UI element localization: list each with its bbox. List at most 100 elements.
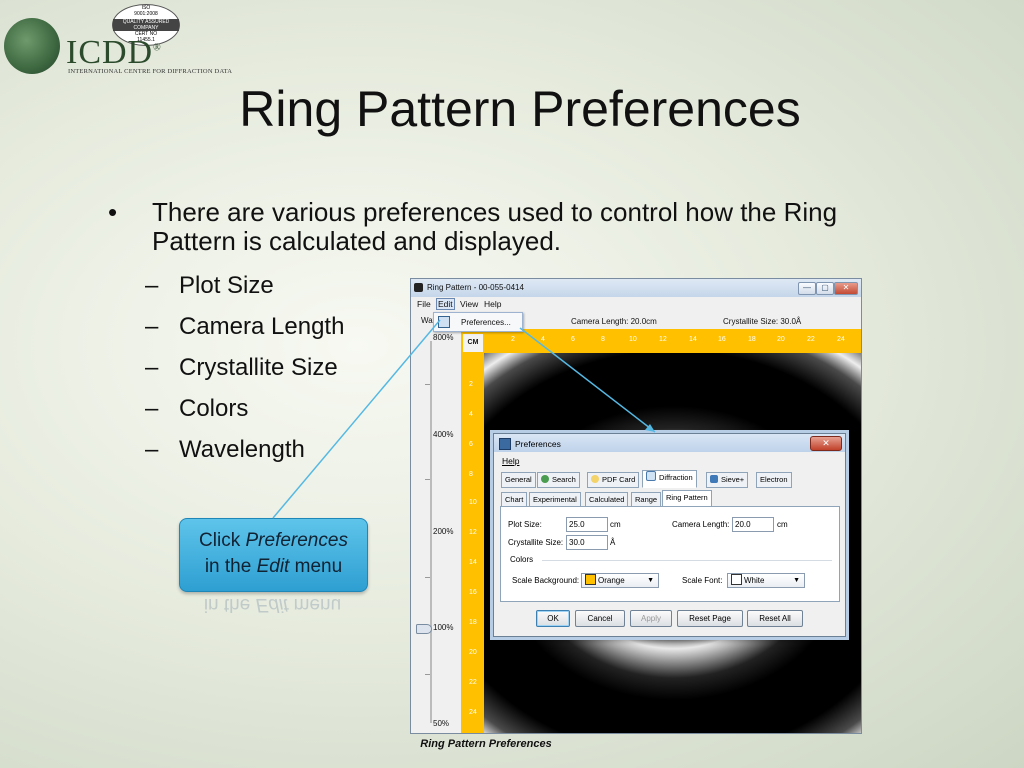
top-scale-tick: 2 <box>511 336 515 343</box>
sub-item-label: Crystallite Size <box>179 354 338 381</box>
plot-size-input[interactable]: 25.0 <box>566 517 608 532</box>
search-globe-icon <box>541 475 549 483</box>
left-scale-tick: 14 <box>469 559 477 566</box>
top-scale-tick: 16 <box>718 336 726 343</box>
tab-label: General <box>505 475 532 484</box>
zoom-level-label: 100% <box>433 623 454 632</box>
preferences-app-icon <box>499 438 511 450</box>
reset-all-button[interactable]: Reset All <box>747 610 803 627</box>
plot-size-label: Plot Size: <box>508 520 542 529</box>
sub-item-label: Wavelength <box>179 436 305 463</box>
sub-item-wavelength: – Wavelength <box>145 436 305 464</box>
colors-group-label: Colors <box>510 555 534 564</box>
camera-length-unit: cm <box>777 520 788 529</box>
menu-help[interactable]: Help <box>484 299 501 309</box>
zoom-slider-track[interactable] <box>430 341 432 723</box>
zoom-level-label: 200% <box>433 527 454 536</box>
tab-electron[interactable]: Electron <box>756 472 792 488</box>
tab-label: Search <box>552 475 576 484</box>
close-button[interactable]: ✕ <box>834 282 858 295</box>
crystallite-size-unit: Å <box>610 538 616 547</box>
ok-button[interactable]: OK <box>536 610 570 627</box>
dialog-close-button[interactable]: ✕ <box>810 436 842 451</box>
window-titlebar[interactable]: Ring Pattern - 00-055-0414 — ▢ ✕ <box>411 279 861 297</box>
top-scale-tick: 24 <box>837 336 845 343</box>
white-swatch <box>731 574 742 585</box>
chevron-down-icon: ▼ <box>793 577 800 584</box>
pdf-card-icon <box>591 475 599 483</box>
menu-bar: File Edit View Help <box>411 297 861 311</box>
scale-font-value: White <box>744 576 765 585</box>
zoom-tick <box>425 577 430 578</box>
dash: – <box>145 272 159 299</box>
slide-title: Ring Pattern Preferences <box>239 81 801 137</box>
menu-view[interactable]: View <box>460 299 478 309</box>
callout-line1: Click Preferences <box>180 519 367 554</box>
subtab-label: Chart <box>505 495 524 504</box>
scale-background-select[interactable]: Orange ▼ <box>581 573 659 588</box>
callout-em: Preferences <box>245 530 348 551</box>
top-scale-tick: 18 <box>748 336 756 343</box>
sieve-icon <box>710 475 718 483</box>
apply-button[interactable]: Apply <box>630 610 672 627</box>
tab-general[interactable]: General <box>501 472 536 488</box>
left-scale-tick: 18 <box>469 619 477 626</box>
scale-background-value: Orange <box>598 576 625 585</box>
edit-menu-dropdown: Preferences... <box>433 312 523 332</box>
subtab-label: Range <box>635 495 658 504</box>
top-scale-tick: 22 <box>807 336 815 343</box>
zoom-tick <box>425 479 430 480</box>
preferences-menu-item[interactable]: Preferences... <box>461 318 511 327</box>
iso-line2: 9001:2008 <box>134 11 158 17</box>
sub-item-colors: – Colors <box>145 395 248 423</box>
callout-text: menu <box>289 556 343 577</box>
top-scale-tick: 4 <box>541 336 545 343</box>
dialog-titlebar[interactable]: Preferences ✕ <box>494 434 845 452</box>
scale-font-select[interactable]: White ▼ <box>727 573 805 588</box>
left-scale-tick: 8 <box>469 471 473 478</box>
top-scale-tick: 14 <box>689 336 697 343</box>
callout-em: Edit <box>256 556 290 577</box>
tab-search[interactable]: Search <box>537 472 580 488</box>
orange-swatch <box>585 574 596 585</box>
reset-page-button[interactable]: Reset Page <box>677 610 743 627</box>
callout-line2: in the Edit menu <box>180 554 367 580</box>
dash: – <box>145 436 159 463</box>
menu-file[interactable]: File <box>417 299 431 309</box>
logo-reg: ® <box>153 42 162 54</box>
minimize-button[interactable]: — <box>798 282 816 295</box>
icdd-logo-subtitle: INTERNATIONAL CENTRE FOR DIFFRACTION DAT… <box>68 68 233 75</box>
zoom-slider-thumb[interactable] <box>416 624 432 634</box>
top-scale-tick: 10 <box>629 336 637 343</box>
top-scale-tick: 12 <box>659 336 667 343</box>
callout-text: in the <box>204 556 257 577</box>
preferences-icon <box>438 316 450 328</box>
tab-pdf-card[interactable]: PDF Card <box>587 472 640 488</box>
tab-label: Diffraction <box>659 473 693 482</box>
left-scale-tick: 2 <box>469 381 473 388</box>
sub-item-crystallite-size: – Crystallite Size <box>145 354 338 382</box>
bullet-dot: • <box>108 197 118 227</box>
unit-label: CM <box>463 334 483 352</box>
camera-length-input[interactable]: 20.0 <box>732 517 774 532</box>
top-scale-tick: 20 <box>777 336 785 343</box>
scale-background-label: Scale Background: <box>512 576 580 585</box>
crystallite-size-input[interactable]: 30.0 <box>566 535 608 550</box>
colors-group-divider <box>542 560 832 561</box>
dialog-help-menu[interactable]: Help <box>502 456 519 466</box>
tab-label: Sieve+ <box>721 475 745 484</box>
menu-edit[interactable]: Edit <box>436 298 455 310</box>
tab-diffraction[interactable]: Diffraction <box>642 470 697 488</box>
sub-item-label: Plot Size <box>179 272 274 299</box>
left-scale-tick: 16 <box>469 589 477 596</box>
zoom-tick <box>425 674 430 675</box>
crystallite-size-label: Crystallite Size: <box>508 538 564 547</box>
sub-item-plot-size: – Plot Size <box>145 272 274 300</box>
dash: – <box>145 313 159 340</box>
preferences-dialog: Preferences ✕ Help General Search PDF Ca… <box>493 433 846 637</box>
tab-sieve[interactable]: Sieve+ <box>706 472 749 488</box>
iso-bar: QUALITY ASSURED COMPANY <box>113 19 179 31</box>
bullet-text: There are various preferences used to co… <box>152 197 838 256</box>
cancel-button[interactable]: Cancel <box>575 610 625 627</box>
maximize-button[interactable]: ▢ <box>816 282 834 295</box>
